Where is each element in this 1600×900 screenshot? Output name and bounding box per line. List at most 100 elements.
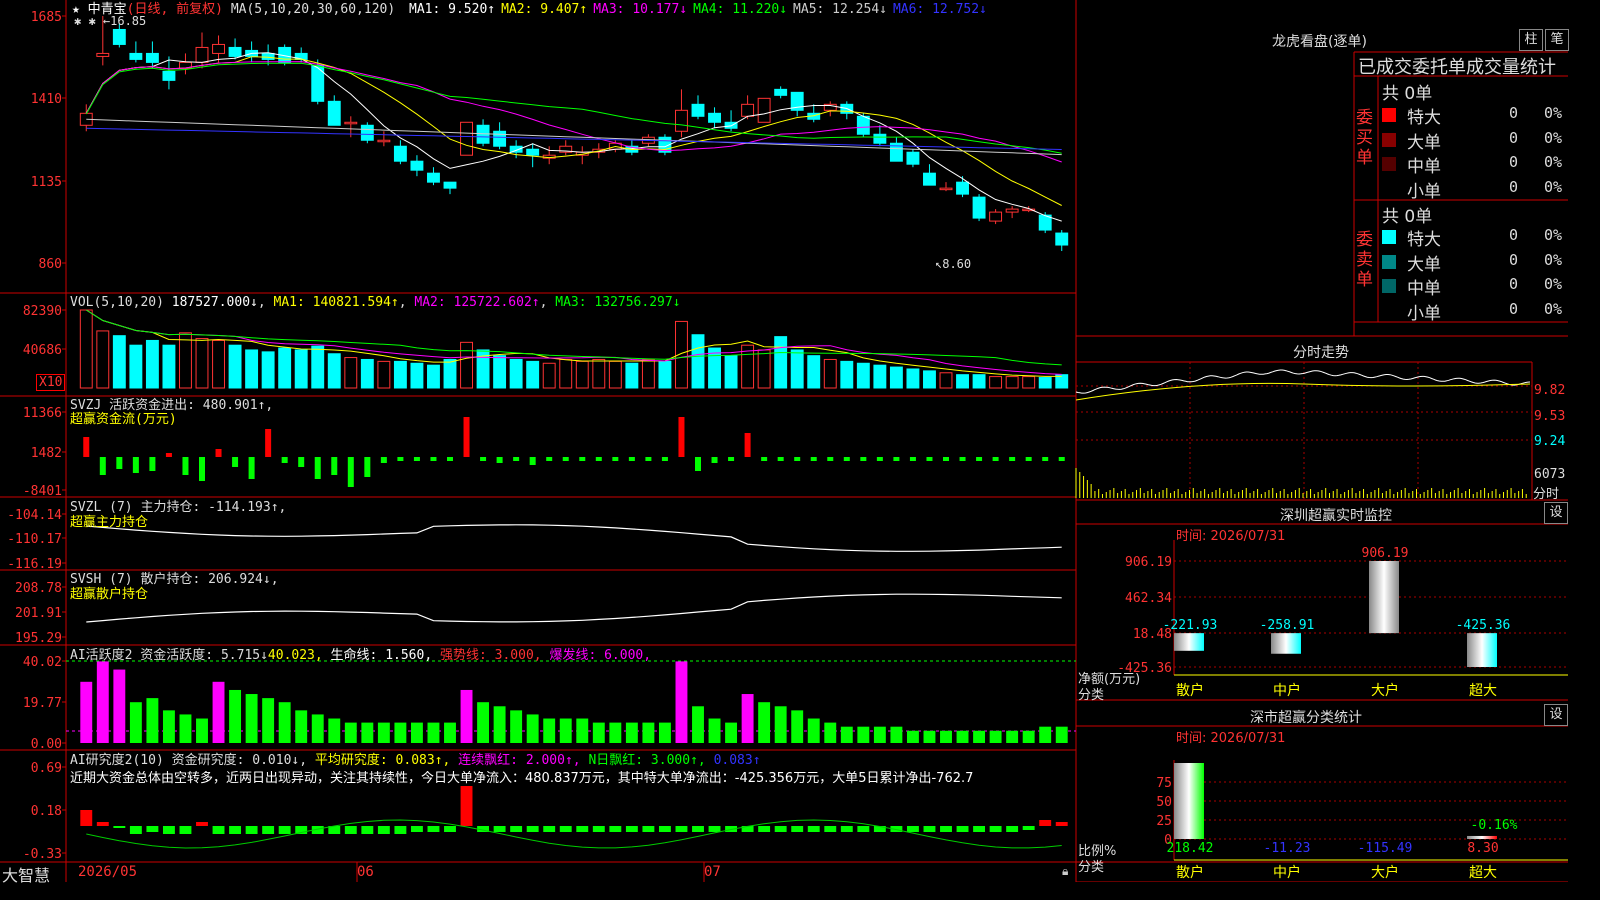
sz-class-settings-button[interactable]: 设 <box>1544 704 1568 726</box>
sell-orders-label: 委卖单 <box>1356 230 1373 290</box>
candle-body <box>443 181 457 189</box>
ai-research-bar <box>840 826 853 832</box>
brand-label[interactable]: 大智慧 <box>2 862 50 886</box>
candle-body <box>212 43 225 54</box>
volume-bar <box>393 360 407 389</box>
candle-body <box>1005 208 1019 213</box>
ai-research-bar <box>559 826 572 832</box>
order-size-label: 大单 <box>1407 254 1441 275</box>
ma-value-5: MA5: 12.254↓ <box>793 2 887 17</box>
volume-bar <box>939 372 953 389</box>
volume-bar <box>757 349 771 389</box>
sz-monitor-category: 大户 <box>1371 682 1399 699</box>
ai-research-bar <box>940 826 952 832</box>
lock-icon[interactable]: 🔒︎ <box>1062 864 1068 879</box>
candle-body <box>741 103 755 117</box>
svzj-bar <box>810 457 817 461</box>
sz-class-category: 超大 <box>1469 865 1497 881</box>
volume-bar <box>542 362 556 389</box>
ai-research-bar <box>609 826 622 832</box>
ai-active-bar <box>973 730 986 743</box>
ai-research-bar <box>923 826 936 832</box>
volume-bar <box>294 349 308 389</box>
ai-research-v4: N日飘红: 3.000↑, <box>588 753 706 768</box>
volume-bar <box>129 344 143 389</box>
ai-research-header: AI研究度2(10) 资金研究度: 0.010↓, 平均研究度: 0.083↑,… <box>70 753 761 768</box>
svzj-header: SVZJ 活跃资金进出: 480.901↑, <box>70 398 274 413</box>
ai-research-bar <box>460 786 473 826</box>
buy-total: 共 0单 <box>1382 84 1433 104</box>
ai-research-bar <box>427 826 440 832</box>
svzj-bar <box>976 457 983 461</box>
bar-mode-button[interactable]: 柱 <box>1519 29 1543 51</box>
ai-active-bar <box>1039 726 1052 743</box>
ai-research-bar <box>1006 826 1019 832</box>
sz-monitor-bar <box>1271 633 1301 654</box>
ai-active-bar <box>493 706 506 743</box>
ai-research-bar <box>774 826 787 832</box>
ai-active-bar <box>692 706 704 743</box>
ai-active-bar <box>196 718 208 743</box>
ai-research-bar <box>278 826 291 834</box>
volume-bar <box>360 358 374 389</box>
ai-active-bar <box>857 726 870 743</box>
ma-value-4: MA4: 11.220↓ <box>693 2 788 17</box>
svzj-bar <box>298 457 305 467</box>
order-pct: 0% <box>1544 226 1563 244</box>
sz-monitor-settings-button[interactable]: 设 <box>1544 502 1568 524</box>
svzj-bar <box>529 457 536 465</box>
svzj-bar <box>215 449 222 457</box>
sz-class-annotation: -0.16% <box>1471 818 1518 833</box>
candle-body <box>344 121 358 125</box>
volume-bar <box>575 360 589 389</box>
sz-monitor-category: 超大 <box>1469 683 1497 699</box>
vol-tick: 82390 <box>23 304 62 319</box>
volume-bar <box>856 362 870 389</box>
order-size-label: 大单 <box>1407 132 1441 153</box>
price-tick: 1135 <box>31 175 62 190</box>
ai-active-bar <box>873 726 886 743</box>
tick-mode-button[interactable]: 笔 <box>1545 29 1569 51</box>
volume-bar <box>923 370 936 389</box>
ai-active-bar <box>725 722 738 743</box>
vol-value: 187527.000↓ <box>171 295 258 310</box>
svzj-bar <box>777 457 784 461</box>
ai-active-bar <box>328 718 341 743</box>
order-count: 0 <box>1509 275 1519 293</box>
ai-research-bar <box>212 826 225 834</box>
main-info-line: ★ 中青宝(日线, 前复权) MA(5,10,20,30,60,120) MA1… <box>72 2 987 17</box>
ai-active-bar <box>642 722 655 743</box>
ai-research-bar <box>857 826 870 832</box>
intraday-title: 分时走势 <box>1293 345 1349 361</box>
order-count: 0 <box>1509 177 1519 196</box>
svzj-bar <box>893 457 900 461</box>
sz-class-value-label: -11.23 <box>1264 841 1311 856</box>
ai-active-tick: 0.00 <box>31 737 62 752</box>
ai-research-bar <box>493 826 506 832</box>
ai-research-bar <box>708 826 721 832</box>
ai-research-bar <box>576 826 589 832</box>
ai-active-header: AI活跃度2 资金活跃度: 5.715↓40.023, 生命线: 1.560, … <box>70 648 651 663</box>
vol-header: VOL(5,10,20) 187527.000↓, MA1: 140821.59… <box>70 295 681 310</box>
svzj-bar <box>1025 457 1032 461</box>
ai-research-bar <box>410 826 423 832</box>
ai-active-v5: 爆发线: 6.000, <box>549 648 652 663</box>
ma-values: MA1: 9.520↑ MA2: 9.407↑ MA3: 10.177↓ MA4: 1… <box>403 2 987 17</box>
chart-canvas[interactable]: 1685 1410 1135 860 82390 40686 11366 1482 -8401 -… <box>0 0 1568 882</box>
svzj-bar <box>612 457 619 461</box>
vol-ma2: MA2: 125722.602↑ <box>414 295 540 310</box>
candle-body <box>427 172 440 183</box>
ai-active-bar <box>1055 726 1068 743</box>
volume-bar <box>179 332 192 389</box>
ai-research-bar <box>642 826 655 832</box>
sz-class-xlabel: 分类 <box>1078 860 1105 875</box>
order-count: 0 <box>1509 153 1519 171</box>
candle-body <box>360 124 374 141</box>
vol-ma3: MA3: 132756.297↓ <box>555 295 681 310</box>
svzj-bar <box>876 457 883 461</box>
volume-bar <box>559 358 573 389</box>
svzj-bar <box>794 457 801 461</box>
svzj-bar <box>959 457 966 461</box>
order-pct: 0% <box>1544 104 1563 122</box>
ai-research-tick: 0.18 <box>31 804 62 819</box>
